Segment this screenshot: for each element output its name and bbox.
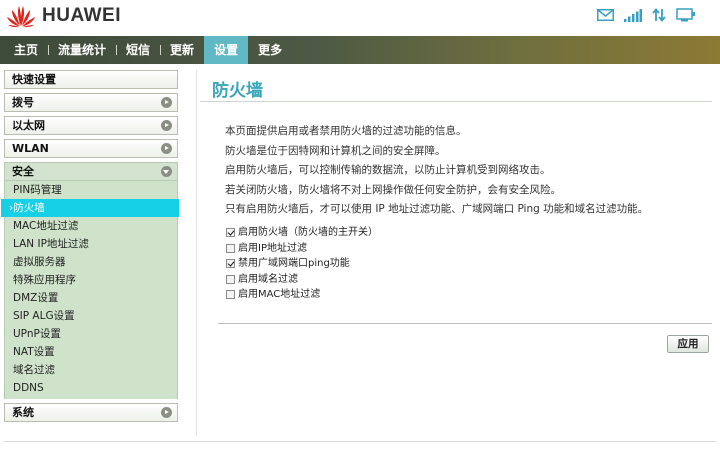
sidebar-item-special-apps[interactable]: 特殊应用程序 [5, 271, 177, 289]
sidebar-wlan[interactable]: WLAN [4, 139, 178, 158]
option-enable-firewall[interactable]: 启用防火墙（防火墙的主开关） [226, 225, 378, 241]
status-icons [597, 8, 696, 25]
monitor-icon [676, 8, 696, 25]
sidebar-quick-setup[interactable]: 快速设置 [4, 70, 178, 89]
enable-domain-filter-checkbox[interactable] [226, 274, 235, 284]
description-line: 若关闭防火墙，防火墙将不对上网操作做任何安全防护，会有安全风险。 [225, 183, 561, 196]
title-divider [200, 101, 712, 102]
collapse-icon [161, 166, 172, 177]
content-header: 防火墙 [212, 76, 712, 101]
sidebar-item-nat[interactable]: NAT设置 [5, 343, 177, 361]
page-title: 防火墙 [212, 81, 263, 101]
sidebar-dialup-label: 拨号 [12, 96, 34, 109]
content-divider [218, 323, 712, 324]
description-line: 本页面提供启用或者禁用防火墙的过滤功能的信息。 [225, 125, 467, 137]
option-label: 启用防火墙（防火墙的主开关） [238, 227, 378, 238]
sidebar-item-upnp[interactable]: UPnP设置 [5, 325, 177, 343]
firewall-options: 启用防火墙（防火墙的主开关） 启用IP地址过滤 禁用广域网端口ping功能 启用… [226, 225, 378, 303]
description-line: 只有启用防火墙后，才可以使用 IP 地址过滤功能、广域网端口 Ping 功能和域… [225, 203, 649, 216]
description-line: 防火墙是位于因特网和计算机之间的安全屏障。 [225, 144, 446, 157]
nav-home[interactable]: 主页 [4, 36, 48, 64]
enable-ip-filter-checkbox[interactable] [226, 243, 235, 253]
mail-icon[interactable] [597, 9, 614, 24]
main-nav: 主页 流量统计 短信 更新 设置 更多 [0, 36, 720, 64]
apply-button[interactable]: 应用 [667, 335, 709, 353]
sidebar-ethernet[interactable]: 以太网 [4, 116, 178, 135]
sidebar-item-virtual-server[interactable]: 虚拟服务器 [5, 253, 177, 271]
sidebar-item-firewall[interactable]: ›防火墙 [1, 199, 179, 217]
option-enable-ip-filter[interactable]: 启用IP地址过滤 [226, 241, 378, 257]
brand-name: HUAWEI [42, 5, 121, 26]
header: HUAWEI [0, 0, 720, 36]
sidebar-item-domain-filter[interactable]: 域名过滤 [5, 361, 177, 379]
sidebar-item-firewall-label: 防火墙 [13, 202, 45, 214]
nav-settings[interactable]: 设置 [204, 36, 249, 64]
column-divider [196, 70, 197, 436]
sidebar-item-sip-alg[interactable]: SIP ALG设置 [5, 307, 177, 325]
sidebar-item-ddns[interactable]: DDNS [5, 379, 177, 397]
nav-traffic-stats[interactable]: 流量统计 [48, 36, 116, 64]
security-submenu: PIN码管理 ›防火墙 MAC地址过滤 LAN IP地址过滤 虚拟服务器 特殊应… [1, 181, 179, 399]
option-label: 启用域名过滤 [238, 273, 298, 285]
signal-icon [624, 8, 642, 25]
sidebar-system-label: 系统 [12, 406, 34, 419]
expand-icon [161, 97, 172, 108]
expand-icon [161, 120, 172, 131]
enable-firewall-checkbox[interactable] [226, 228, 235, 238]
option-enable-domain-filter[interactable]: 启用域名过滤 [226, 272, 378, 288]
sidebar-security-label: 安全 [12, 165, 34, 178]
sidebar-item-dmz[interactable]: DMZ设置 [5, 289, 177, 307]
firewall-description: 本页面提供启用或者禁用防火墙的过滤功能的信息。 防火墙是位于因特网和计算机之间的… [225, 122, 705, 220]
sidebar-security[interactable]: 安全 [4, 162, 178, 181]
sidebar-item-lan-ip-filter[interactable]: LAN IP地址过滤 [5, 235, 177, 253]
sidebar-item-pin-management[interactable]: PIN码管理 [5, 181, 177, 199]
sidebar-wlan-label: WLAN [12, 142, 49, 155]
huawei-logo: HUAWEI [6, 4, 121, 28]
disable-wan-ping-checkbox[interactable] [226, 259, 235, 269]
sidebar-dialup[interactable]: 拨号 [4, 93, 178, 112]
enable-mac-filter-checkbox[interactable] [226, 290, 235, 300]
description-line: 启用防火墙后，可以控制传输的数据流，以防止计算机受到网络攻击。 [225, 164, 551, 177]
sidebar-system[interactable]: 系统 [4, 403, 178, 422]
sidebar: 快速设置 拨号 以太网 WLAN 安全 PIN码管理 ›防火墙 MAC地址过滤 … [1, 70, 179, 426]
option-disable-wan-ping[interactable]: 禁用广域网端口ping功能 [226, 256, 378, 272]
footer-divider [4, 441, 716, 442]
option-label: 启用MAC地址过滤 [238, 289, 321, 300]
sidebar-ethernet-label: 以太网 [12, 119, 45, 132]
nav-more[interactable]: 更多 [248, 36, 292, 64]
sidebar-quick-setup-label: 快速设置 [12, 73, 56, 86]
sidebar-item-mac-filter[interactable]: MAC地址过滤 [5, 217, 177, 235]
data-transfer-icon [652, 8, 666, 25]
option-label: 禁用广域网端口ping功能 [238, 258, 350, 269]
option-enable-mac-filter[interactable]: 启用MAC地址过滤 [226, 287, 378, 303]
option-label: 启用IP地址过滤 [238, 242, 307, 254]
expand-icon [161, 407, 172, 418]
expand-icon [161, 143, 172, 154]
huawei-flower-icon [7, 6, 35, 28]
nav-update[interactable]: 更新 [160, 36, 204, 64]
nav-sms[interactable]: 短信 [116, 36, 160, 64]
